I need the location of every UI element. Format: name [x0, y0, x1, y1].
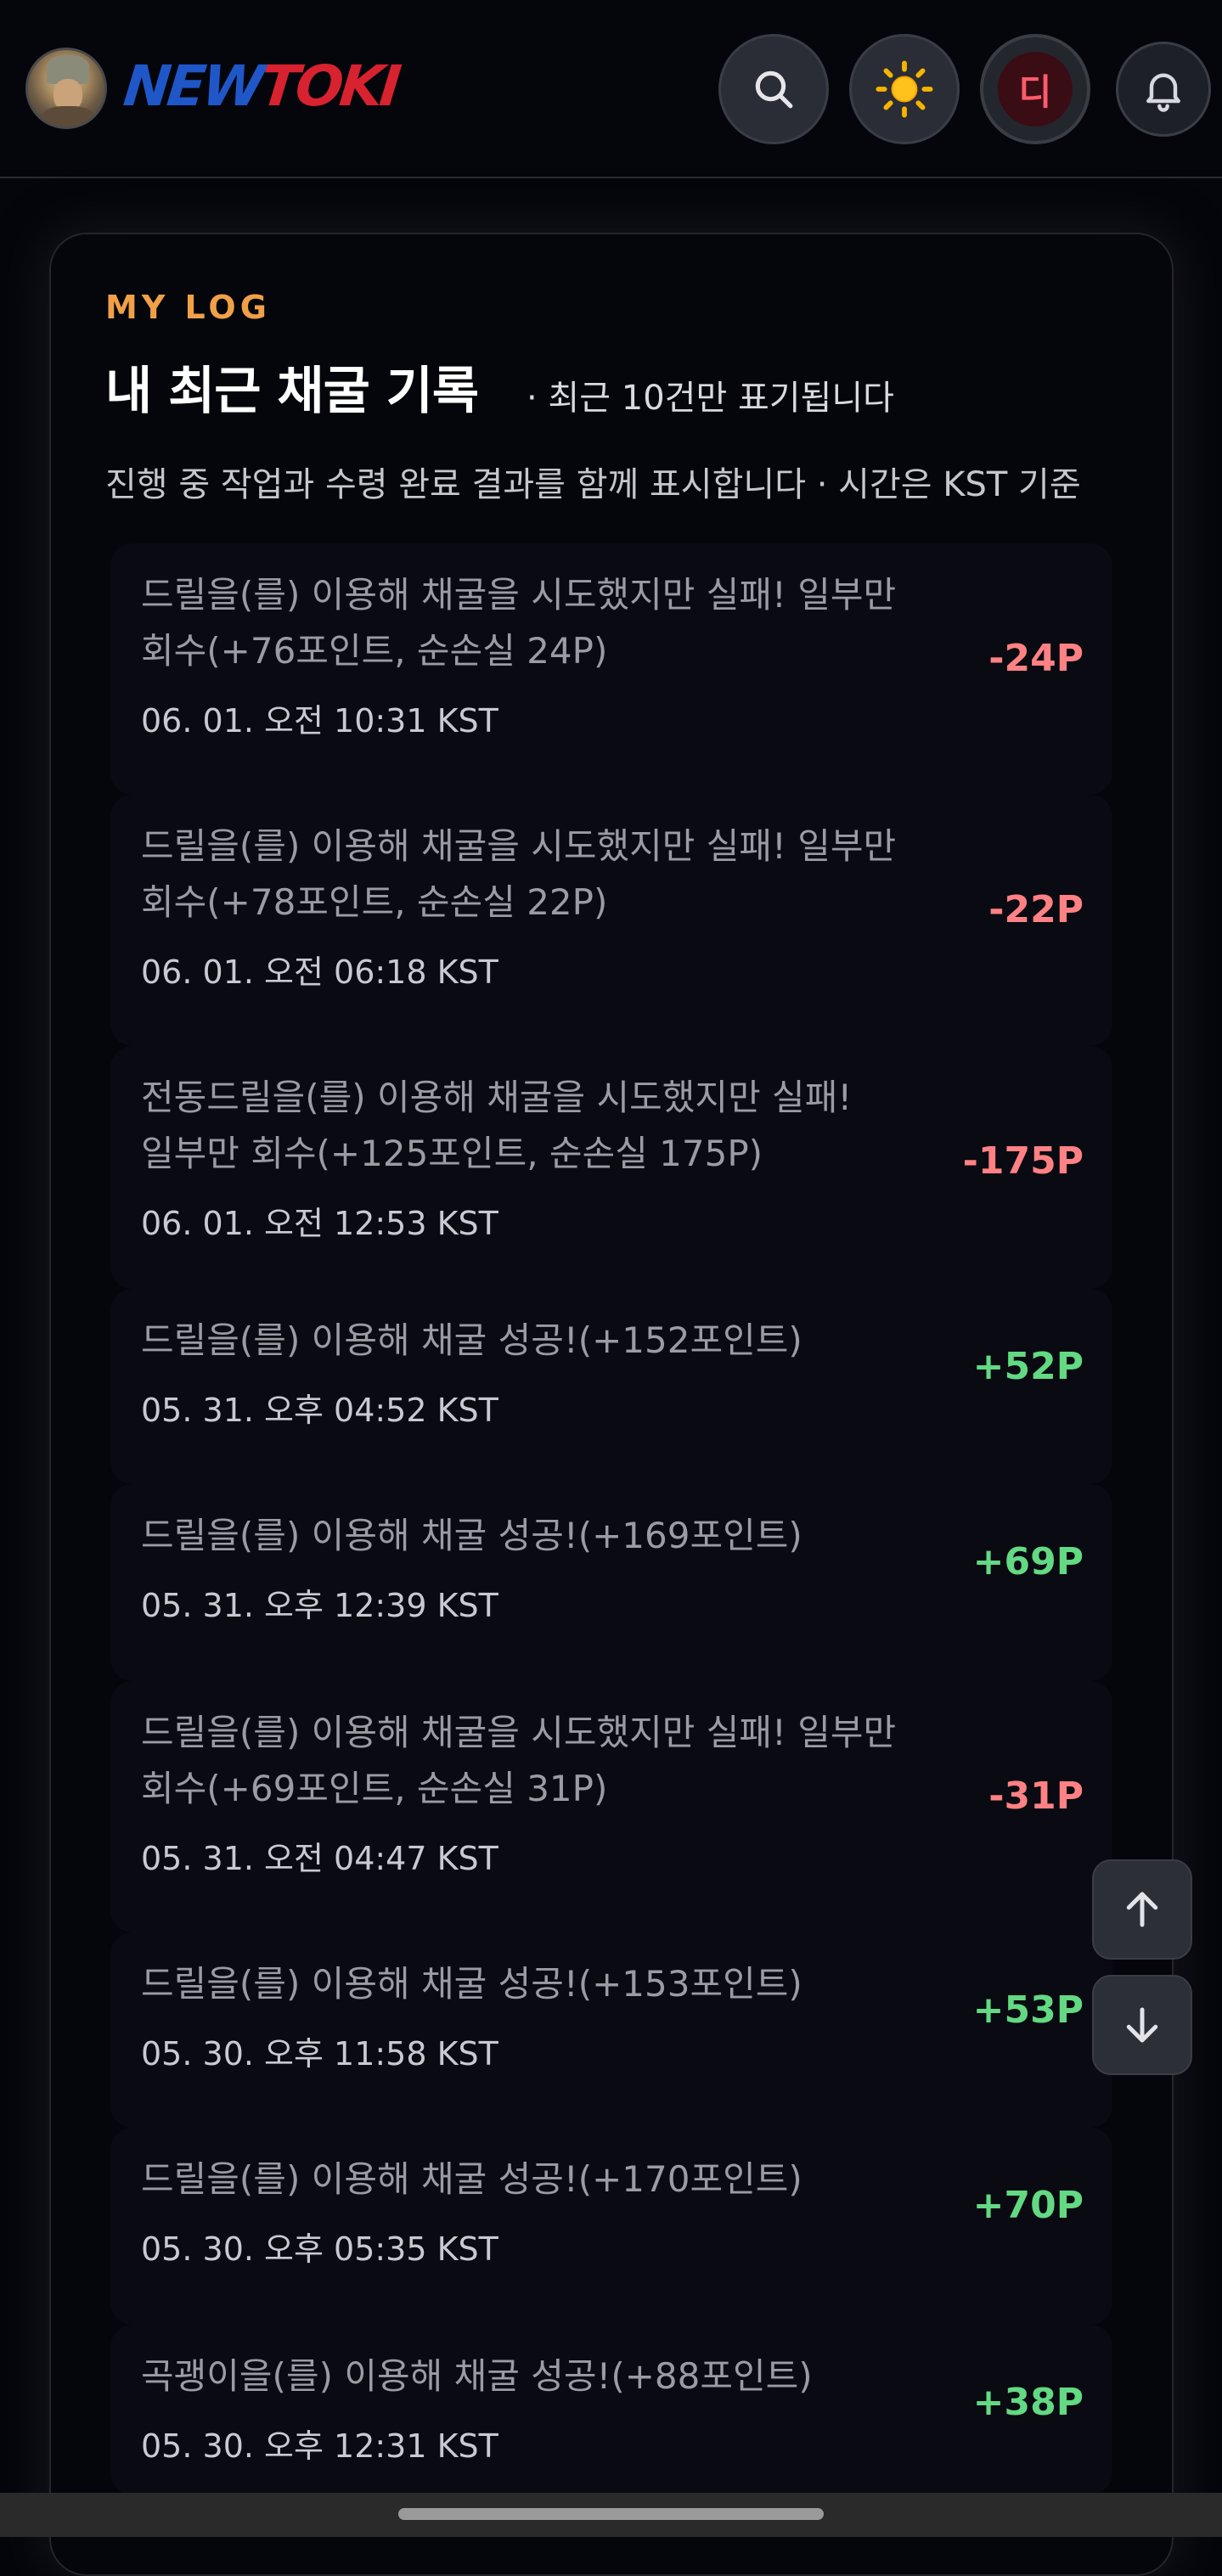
- log-message: 드릴을(를) 이용해 채굴을 시도했지만 실패! 일부만 회수(+69포인트, …: [141, 1705, 956, 1817]
- log-item: 드릴을(를) 이용해 채굴 성공!(+169포인트) 05. 31. 오후 12…: [110, 1484, 1112, 1681]
- log-item: 곡괭이을(를) 이용해 채굴 성공!(+88포인트) 05. 30. 오후 12…: [110, 2325, 1112, 2494]
- log-message: 드릴을(를) 이용해 채굴을 시도했지만 실패! 일부만 회수(+76포인트, …: [141, 567, 956, 679]
- theme-toggle-button[interactable]: [849, 34, 960, 144]
- bell-icon: [1146, 73, 1180, 112]
- log-item: 드릴을(를) 이용해 채굴을 시도했지만 실패! 일부만 회수(+69포인트, …: [110, 1681, 1112, 1932]
- arrow-down-icon: [1126, 2007, 1158, 2043]
- log-time: 05. 30. 오후 05:35 KST: [141, 2230, 498, 2268]
- log-item: 드릴을(를) 이용해 채굴 성공!(+152포인트) 05. 31. 오후 04…: [110, 1289, 1112, 1484]
- home-indicator[interactable]: [398, 2508, 824, 2520]
- log-time: 06. 01. 오전 10:31 KST: [141, 702, 498, 740]
- log-message-line1: 전동드릴을(를) 이용해 채굴을 시도했지만 실패!: [141, 1077, 853, 1118]
- log-delta: +52P: [972, 1345, 1084, 1388]
- log-message-line2: 회수(+76포인트, 순손실 24P): [141, 630, 608, 672]
- log-time: 05. 31. 오후 12:39 KST: [141, 1587, 498, 1624]
- log-message-line1: 드릴을(를) 이용해 채굴을 시도했지만 실패! 일부만: [141, 574, 897, 616]
- log-message: 드릴을(를) 이용해 채굴 성공!(+170포인트): [141, 2151, 956, 2208]
- log-message-line1: 드릴을(를) 이용해 채굴 성공!(+153포인트): [141, 1963, 802, 2005]
- section-subtitle: 진행 중 작업과 수령 완료 결과를 함께 표시합니다 · 시간은 KST 기준: [105, 465, 1081, 504]
- log-delta: +70P: [972, 2184, 1084, 2227]
- user-initial-badge: 디: [998, 52, 1073, 127]
- sun-icon: [876, 60, 933, 118]
- site-logo[interactable]: NEWTOKI: [121, 53, 401, 121]
- top-header: NEWTOKI 디: [0, 0, 1222, 178]
- log-message-line1: 드릴을(를) 이용해 채굴 성공!(+152포인트): [141, 1319, 802, 1361]
- log-delta: -175P: [962, 1139, 1084, 1183]
- log-message-line2: 회수(+69포인트, 순손실 31P): [141, 1768, 608, 1809]
- mining-log-card: MY LOG 내 최근 채굴 기록 · 최근 10건만 표기됩니다 진행 중 작…: [49, 233, 1174, 2576]
- log-item: 드릴을(를) 이용해 채굴을 시도했지만 실패! 일부만 회수(+78포인트, …: [110, 795, 1112, 1046]
- user-menu-button[interactable]: 디: [980, 34, 1090, 144]
- log-item: 드릴을(를) 이용해 채굴 성공!(+170포인트) 05. 30. 오후 05…: [110, 2128, 1112, 2325]
- log-item: 드릴을(를) 이용해 채굴을 시도했지만 실패! 일부만 회수(+76포인트, …: [110, 543, 1112, 795]
- log-message-line1: 곡괭이을(를) 이용해 채굴 성공!(+88포인트): [141, 2355, 813, 2397]
- notification-button[interactable]: [1116, 42, 1211, 137]
- log-time: 05. 31. 오후 04:52 KST: [141, 1392, 498, 1429]
- log-delta: -24P: [988, 637, 1084, 680]
- search-icon: [755, 70, 793, 109]
- log-delta: -31P: [988, 1775, 1084, 1818]
- log-time: 06. 01. 오전 06:18 KST: [141, 953, 498, 991]
- log-time: 05. 30. 오후 11:58 KST: [141, 2035, 498, 2073]
- page-title: 내 최근 채굴 기록: [105, 362, 479, 421]
- logo-toki-text: TOKI: [257, 53, 402, 119]
- scroll-bottom-button[interactable]: [1092, 1975, 1192, 2075]
- log-time: 05. 30. 오후 12:31 KST: [141, 2427, 498, 2465]
- site-logo-avatar[interactable]: [25, 48, 107, 129]
- log-message: 드릴을(를) 이용해 채굴 성공!(+153포인트): [141, 1956, 956, 2012]
- log-message: 드릴을(를) 이용해 채굴 성공!(+152포인트): [141, 1313, 956, 1369]
- log-message-line2: 회수(+78포인트, 순손실 22P): [141, 881, 608, 923]
- log-delta: +38P: [972, 2381, 1084, 2424]
- log-message-line1: 드릴을(를) 이용해 채굴 성공!(+169포인트): [141, 1515, 802, 1556]
- log-message-line2: 일부만 회수(+125포인트, 순손실 175P): [141, 1133, 763, 1174]
- section-eyebrow: MY LOG: [105, 289, 271, 326]
- search-button[interactable]: [718, 34, 829, 144]
- logo-new-text: NEW: [121, 53, 265, 119]
- log-item: 드릴을(를) 이용해 채굴 성공!(+153포인트) 05. 30. 오후 11…: [110, 1932, 1112, 2128]
- log-message-line1: 드릴을(를) 이용해 채굴 성공!(+170포인트): [141, 2158, 802, 2200]
- log-delta: +53P: [972, 1988, 1084, 2032]
- log-message-line1: 드릴을(를) 이용해 채굴을 시도했지만 실패! 일부만: [141, 1712, 897, 1753]
- log-time: 05. 31. 오전 04:47 KST: [141, 1840, 498, 1877]
- log-message: 곡괭이을(를) 이용해 채굴 성공!(+88포인트): [141, 2348, 956, 2404]
- arrow-up-icon: [1126, 1892, 1158, 1927]
- title-note: · 최근 10건만 표기됩니다: [527, 379, 894, 418]
- log-list: 드릴을(를) 이용해 채굴을 시도했지만 실패! 일부만 회수(+76포인트, …: [110, 543, 1112, 2494]
- user-initial: 디: [1018, 70, 1052, 113]
- log-message: 드릴을(를) 이용해 채굴 성공!(+169포인트): [141, 1508, 956, 1564]
- log-delta: +69P: [972, 1540, 1084, 1583]
- log-item: 전동드릴을(를) 이용해 채굴을 시도했지만 실패! 일부만 회수(+125포인…: [110, 1046, 1112, 1289]
- log-time: 06. 01. 오전 12:53 KST: [141, 1205, 498, 1242]
- scroll-top-button[interactable]: [1092, 1859, 1192, 1960]
- log-message: 전동드릴을(를) 이용해 채굴을 시도했지만 실패! 일부만 회수(+125포인…: [141, 1070, 956, 1182]
- log-message: 드릴을(를) 이용해 채굴을 시도했지만 실패! 일부만 회수(+78포인트, …: [141, 818, 956, 931]
- log-delta: -22P: [988, 888, 1084, 931]
- log-message-line1: 드릴을(를) 이용해 채굴을 시도했지만 실패! 일부만: [141, 825, 897, 867]
